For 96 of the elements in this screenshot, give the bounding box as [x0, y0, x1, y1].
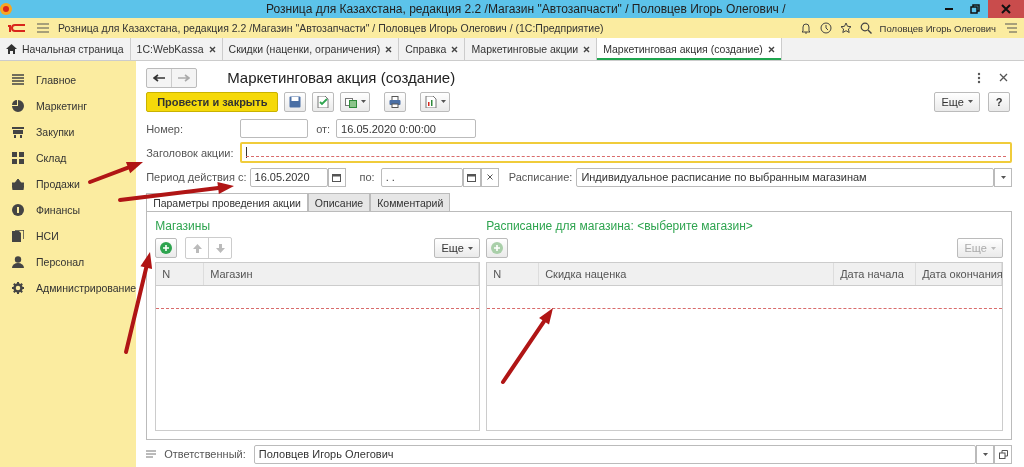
more-options-icon[interactable]: [977, 71, 982, 84]
form-tab[interactable]: Параметры проведения акции: [146, 192, 308, 212]
back-arrow-icon: [153, 73, 166, 82]
sidebar-item[interactable]: Персонал: [36, 256, 85, 268]
calendar-icon: [467, 172, 477, 182]
sidebar-item[interactable]: Финансы: [36, 204, 81, 216]
app-title: Розница для Казахстана, редакция 2.2 /Магазин "Автозапчасти" / Половцев Игорь Олегович / (1С:Предприятие): [58, 22, 604, 34]
field-label: Ответственный:: [164, 448, 246, 461]
more-button[interactable]: Еще: [434, 238, 481, 259]
date-from-field[interactable]: 16.05.2020: [249, 167, 328, 187]
field-label: Период действия с:: [146, 171, 247, 184]
number-field[interactable]: [240, 119, 309, 139]
logo-icon: [6, 23, 28, 33]
report-icon: [424, 95, 437, 108]
caret-icon: [967, 100, 973, 104]
open-button[interactable]: [994, 444, 1013, 464]
restore-icon: [970, 4, 980, 14]
close-icon[interactable]: [999, 73, 1009, 83]
date-to-field[interactable]: . .: [380, 167, 463, 187]
list-icon: [12, 74, 24, 86]
home-icon: [6, 44, 17, 54]
form-tab[interactable]: Комментарий: [370, 192, 451, 212]
close-icon[interactable]: [583, 45, 591, 53]
caret-icon: [982, 452, 988, 456]
documents-icon: [12, 230, 24, 242]
up-arrow-icon: [192, 243, 202, 253]
sidebar-item[interactable]: Администрирование: [36, 282, 137, 294]
search-icon[interactable]: [859, 22, 872, 34]
more-button[interactable]: Еще: [934, 91, 981, 112]
sidebar-item[interactable]: НСИ: [36, 230, 59, 242]
forward-arrow-icon: [178, 73, 191, 82]
bell-icon[interactable]: [799, 22, 812, 34]
help-button[interactable]: ?: [988, 91, 1011, 112]
add-icon: [491, 242, 504, 255]
column-header[interactable]: Магазин: [204, 263, 480, 286]
field-label: Расписание:: [508, 171, 573, 184]
heading-field[interactable]: [240, 142, 1013, 164]
form-title: Маркетинговая акция (создание): [227, 69, 456, 87]
sidebar-item[interactable]: Закупки: [36, 126, 75, 138]
caret-icon: [440, 100, 446, 104]
save-button[interactable]: [284, 91, 307, 112]
post-button[interactable]: [312, 91, 335, 112]
close-icon[interactable]: [767, 45, 775, 53]
person-icon: [12, 256, 24, 268]
dropdown-button[interactable]: [994, 167, 1013, 187]
caret-icon: [1000, 175, 1006, 179]
field-label: Номер:: [146, 122, 185, 135]
close-button[interactable]: [988, 0, 1024, 18]
document-check-icon: [317, 95, 330, 108]
add-button[interactable]: [155, 238, 178, 259]
window-tab[interactable]: Маркетинговая акция (создание): [597, 38, 782, 60]
star-icon[interactable]: [839, 22, 852, 34]
group-title: Магазины: [155, 218, 212, 236]
clear-icon: [486, 174, 493, 181]
close-icon[interactable]: [208, 45, 216, 53]
documents-icon: [344, 95, 357, 108]
sidebar-item[interactable]: Продажи: [36, 178, 80, 190]
gear-icon: [12, 282, 24, 294]
print-button[interactable]: [384, 91, 407, 112]
calendar-button[interactable]: [327, 167, 346, 187]
sidebar-item[interactable]: Главное: [36, 74, 77, 86]
column-header[interactable]: N: [156, 263, 205, 286]
post-and-close-button[interactable]: Провести и закрыть: [146, 91, 279, 112]
calendar-button[interactable]: [462, 167, 481, 187]
responsible-field[interactable]: Половцев Игорь Олегович: [253, 444, 977, 464]
sidebar-item[interactable]: Склад: [36, 152, 67, 164]
coin-icon: [12, 204, 24, 216]
field-label: Заголовок акции:: [146, 146, 235, 159]
history-icon[interactable]: [819, 22, 832, 34]
create-based-on-button[interactable]: [340, 91, 371, 112]
close-icon: [1001, 4, 1011, 14]
field-label: от:: [316, 122, 331, 135]
user-name[interactable]: Половцев Игорь Олегович: [879, 22, 996, 34]
sidebar-item[interactable]: Маркетинг: [36, 100, 88, 112]
close-icon[interactable]: [451, 45, 459, 53]
field-label: по:: [359, 171, 375, 184]
minimize-icon: [945, 8, 953, 10]
add-icon: [160, 242, 173, 255]
date-field[interactable]: 16.05.2020 0:00:00: [336, 119, 477, 139]
form-tab[interactable]: Описание: [307, 192, 371, 212]
open-window-icon: [998, 449, 1008, 459]
pie-chart-icon: [12, 100, 24, 112]
group-title: Расписание для магазина: <выберите магазин>: [486, 218, 754, 236]
grid-icon: [12, 152, 24, 164]
caret-icon: [990, 246, 996, 250]
save-icon: [289, 95, 302, 108]
printer-icon: [389, 95, 402, 108]
calendar-icon: [332, 172, 342, 182]
down-arrow-icon: [215, 243, 225, 253]
reports-button[interactable]: [420, 91, 451, 112]
window-title: Розница для Казахстана, редакция 2.2 /Магазин "Автозапчасти" / Половцев Игорь Олегович /: [266, 2, 786, 16]
app-logo-icon: [0, 3, 12, 15]
close-icon[interactable]: [385, 45, 393, 53]
schedule-field[interactable]: Индивидуальное расписание по выбранным магазинам: [576, 167, 995, 187]
caret-icon: [467, 246, 473, 250]
caret-icon: [360, 100, 366, 104]
